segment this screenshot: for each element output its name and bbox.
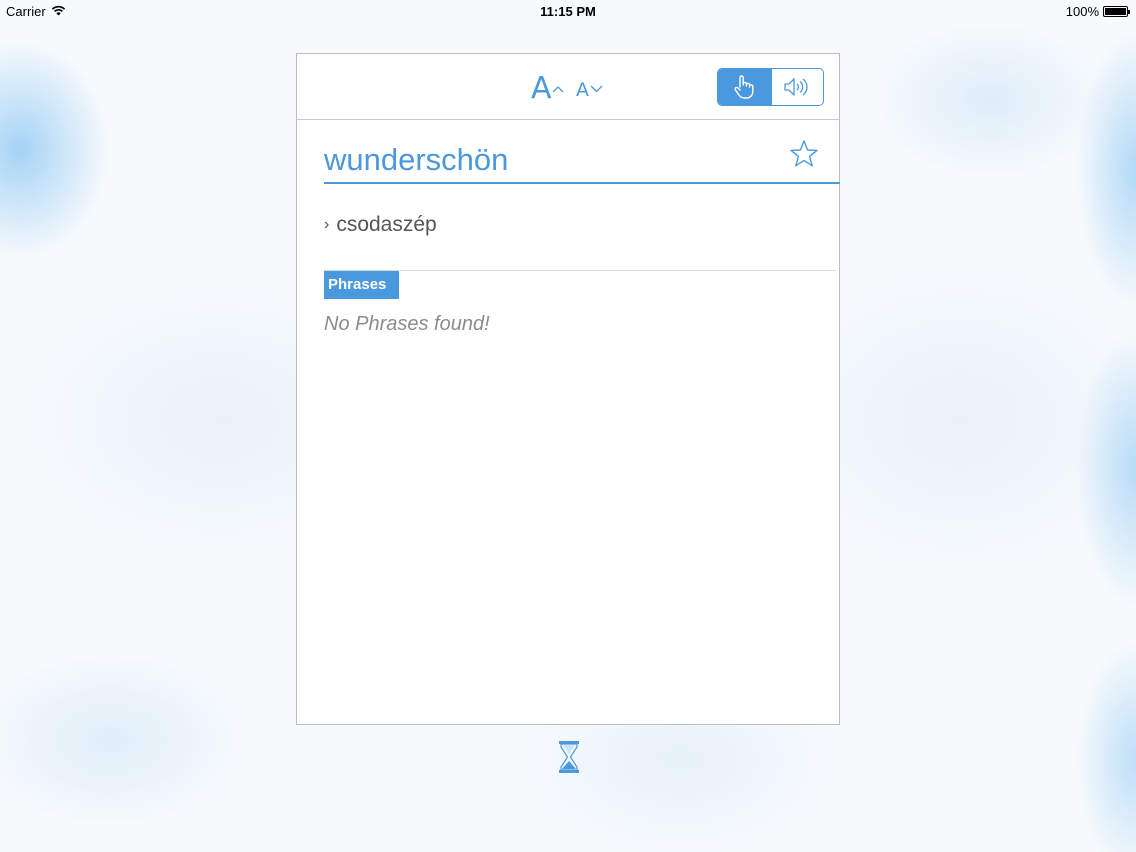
chevron-up-icon xyxy=(552,86,564,93)
speaker-icon xyxy=(784,78,808,96)
audio-mode-button[interactable] xyxy=(770,69,824,105)
font-size-increase-button[interactable]: A xyxy=(531,71,564,106)
headword: wunderschön xyxy=(324,142,509,177)
status-right: 100% xyxy=(1065,4,1130,19)
font-increase-glyph: A xyxy=(531,71,552,106)
translation-item[interactable]: › csodaszép xyxy=(324,211,437,239)
star-outline-icon xyxy=(790,140,818,167)
mode-segmented-control xyxy=(717,68,824,106)
translation-marker: › xyxy=(324,216,330,233)
wifi-icon xyxy=(51,4,66,19)
headword-underline xyxy=(324,182,840,184)
hand-pointer-icon xyxy=(734,75,754,99)
status-left: Carrier xyxy=(6,4,66,19)
phrases-divider xyxy=(324,270,836,271)
font-size-decrease-button[interactable]: A xyxy=(576,78,603,102)
status-bar: Carrier 11:15 PM 100% xyxy=(0,0,1136,24)
clock: 11:15 PM xyxy=(540,4,596,19)
battery-percent: 100% xyxy=(1065,4,1099,19)
card-toolbar: A A xyxy=(297,54,839,120)
no-phrases-message: No Phrases found! xyxy=(324,313,490,335)
phrases-heading: Phrases xyxy=(324,271,399,299)
favorite-star-button[interactable] xyxy=(789,139,819,173)
translation-text: csodaszép xyxy=(336,213,437,236)
font-decrease-glyph: A xyxy=(576,79,589,101)
battery-icon xyxy=(1103,6,1130,17)
chevron-down-icon xyxy=(590,85,603,93)
carrier-label: Carrier xyxy=(6,4,46,19)
dictionary-card: A A wunderschön › csodaszép Phrases No P… xyxy=(296,53,840,725)
hourglass-icon xyxy=(558,741,580,778)
battery-fill xyxy=(1105,8,1126,15)
touch-mode-button[interactable] xyxy=(718,69,771,105)
